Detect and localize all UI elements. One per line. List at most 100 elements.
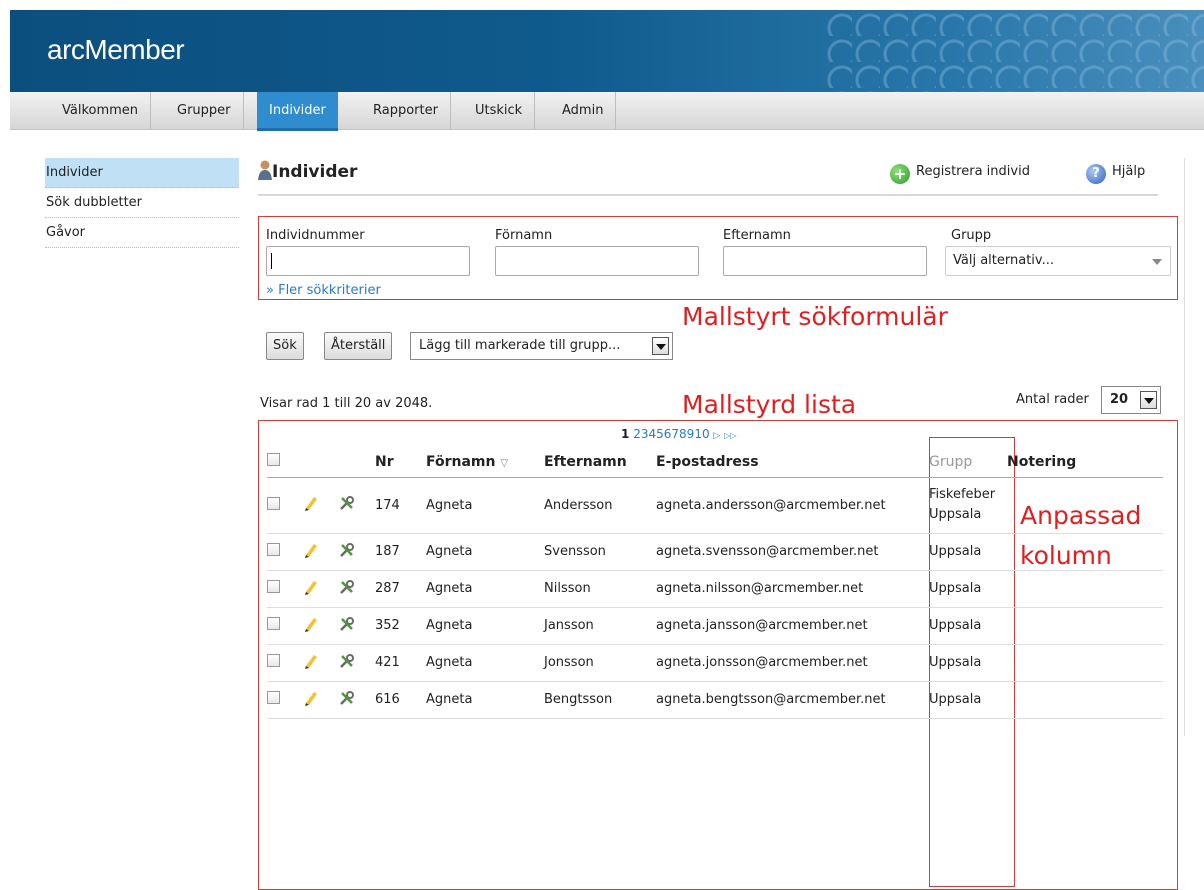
cell-grupp-1: Uppsala (929, 543, 982, 559)
table-row[interactable]: 616 Agneta Bengtsson agneta.bengtsson@arcme… (267, 681, 1163, 719)
table-header-row: Nr Förnamn ▽ Efternamn E-postadress Grup… (267, 447, 1163, 478)
cell-grupp: Uppsala (929, 570, 1007, 608)
search-button[interactable]: Sök (266, 332, 304, 360)
header-decoration (824, 10, 1204, 92)
row-checkbox[interactable] (267, 691, 280, 704)
app-header: arcMember (10, 10, 1204, 92)
tab-utskick[interactable]: Utskick (463, 92, 536, 130)
column-efternamn[interactable]: Efternamn (544, 447, 656, 478)
edit-icon[interactable] (303, 542, 319, 558)
register-individual-link[interactable]: Registrera individ (916, 164, 1030, 179)
cell-epost[interactable]: agneta.svensson@arcmember.net (656, 533, 929, 571)
column-fornamn[interactable]: Förnamn ▽ (426, 447, 544, 478)
edit-icon[interactable] (303, 579, 319, 595)
cell-efternamn: Bengtsson (544, 681, 656, 719)
app-logo[interactable]: arcMember (47, 34, 185, 66)
tab-grupper[interactable]: Grupper (165, 92, 244, 130)
cell-efternamn: Jonsson (544, 644, 656, 682)
tools-icon[interactable] (339, 542, 355, 558)
last-page-icon[interactable]: ▷▷ (724, 431, 736, 440)
page-link[interactable]: 4 (648, 427, 656, 441)
dropdown-arrow-icon[interactable] (652, 337, 669, 355)
cell-grupp: Uppsala (929, 644, 1007, 682)
sidebar-item-sok-dubbletter[interactable]: Sök dubbletter (45, 188, 239, 218)
cell-grupp: Uppsala (929, 533, 1007, 571)
tools-icon[interactable] (339, 616, 355, 632)
rows-per-page-select[interactable]: 20 (1101, 386, 1161, 414)
page-link[interactable]: 5 (656, 427, 664, 441)
table-row[interactable]: 352 Agneta Jansson agneta.jansson@arcmember… (267, 607, 1163, 645)
cell-epost[interactable]: agneta.jonsson@arcmember.net (656, 644, 929, 682)
page-link[interactable]: 2 (633, 427, 641, 441)
add-to-group-select[interactable]: Lägg till markerade till grupp... (410, 332, 673, 360)
cell-epost[interactable]: agneta.nilsson@arcmember.net (656, 570, 929, 608)
fornamn-input[interactable] (495, 246, 699, 276)
row-checkbox[interactable] (267, 580, 280, 593)
cell-nr: 616 (375, 681, 426, 719)
tab-valkommen[interactable]: Välkommen (50, 92, 152, 130)
tools-icon[interactable] (339, 653, 355, 669)
grupp-label: Grupp (951, 228, 992, 243)
individnummer-input[interactable] (266, 246, 470, 276)
edit-icon[interactable] (303, 616, 319, 632)
edit-icon[interactable] (303, 495, 319, 511)
tools-icon[interactable] (339, 495, 355, 511)
table-row[interactable]: 421 Agneta Jonsson agneta.jonsson@arcmember… (267, 644, 1163, 682)
grupp-select-value: Välj alternativ... (953, 253, 1054, 268)
help-link[interactable]: Hjälp (1112, 164, 1145, 179)
row-checkbox[interactable] (267, 617, 280, 630)
cell-nr: 352 (375, 607, 426, 645)
page-link[interactable]: 8 (679, 427, 687, 441)
tab-individer[interactable]: Individer (257, 92, 338, 131)
cell-grupp-1: Uppsala (929, 617, 982, 633)
cell-epost[interactable]: agneta.jansson@arcmember.net (656, 607, 929, 645)
column-epost[interactable]: E-postadress (656, 447, 929, 478)
custom-column-annotation-line2: kolumn (1020, 541, 1112, 570)
tab-admin[interactable]: Admin (550, 92, 617, 130)
efternamn-input[interactable] (723, 246, 927, 276)
row-count-text: Visar rad 1 till 20 av 2048. (260, 396, 433, 411)
sidebar-item-individer[interactable]: Individer (45, 158, 239, 188)
cell-fornamn: Agneta (426, 607, 544, 645)
search-form: Individnummer Förnamn Efternamn Grupp Vä… (258, 216, 1178, 300)
edit-icon[interactable] (303, 690, 319, 706)
grupp-select[interactable]: Välj alternativ... (945, 246, 1171, 276)
edit-icon[interactable] (303, 653, 319, 669)
sidebar-item-gavor[interactable]: Gåvor (45, 218, 239, 248)
cell-epost[interactable]: agneta.andersson@arcmember.net (656, 477, 929, 534)
custom-column-annotation: Anpassad kolumn (1020, 496, 1141, 576)
title-divider (258, 194, 1158, 196)
row-checkbox[interactable] (267, 654, 280, 667)
help-icon[interactable]: ? (1086, 164, 1106, 184)
select-all-checkbox[interactable] (267, 453, 280, 467)
more-criteria-link[interactable]: » Fler sökkriterier (266, 283, 381, 298)
sidebar: Individer Sök dubbletter Gåvor (45, 158, 239, 248)
cell-notering (1007, 681, 1163, 719)
cell-fornamn: Agneta (426, 644, 544, 682)
cell-epost[interactable]: agneta.bengtsson@arcmember.net (656, 681, 929, 719)
cell-grupp-2: Uppsala (929, 507, 982, 522)
page-link[interactable]: 7 (671, 427, 679, 441)
tools-icon[interactable] (339, 690, 355, 706)
column-nr[interactable]: Nr (375, 447, 426, 478)
individuals-table: Nr Förnamn ▽ Efternamn E-postadress Grup… (267, 447, 1163, 719)
cell-grupp-1: Uppsala (929, 691, 982, 707)
add-icon[interactable]: + (890, 164, 910, 184)
cell-nr: 421 (375, 644, 426, 682)
dropdown-arrow-icon[interactable] (1140, 391, 1157, 409)
page-link[interactable]: 10 (694, 427, 709, 441)
row-checkbox[interactable] (267, 543, 280, 556)
cell-notering (1007, 607, 1163, 645)
column-notering[interactable]: Notering (1007, 447, 1163, 478)
reset-button[interactable]: Återställ (324, 332, 393, 360)
row-checkbox[interactable] (267, 496, 280, 510)
cell-notering (1007, 644, 1163, 682)
cell-efternamn: Jansson (544, 607, 656, 645)
cell-fornamn: Agneta (426, 533, 544, 571)
next-page-icon[interactable]: ▷ (713, 431, 720, 441)
fornamn-label: Förnamn (495, 228, 553, 243)
tab-rapporter[interactable]: Rapporter (361, 92, 451, 130)
cell-fornamn: Agneta (426, 681, 544, 719)
search-form-annotation: Mallstyrt sökformulär (682, 302, 948, 331)
tools-icon[interactable] (339, 579, 355, 595)
